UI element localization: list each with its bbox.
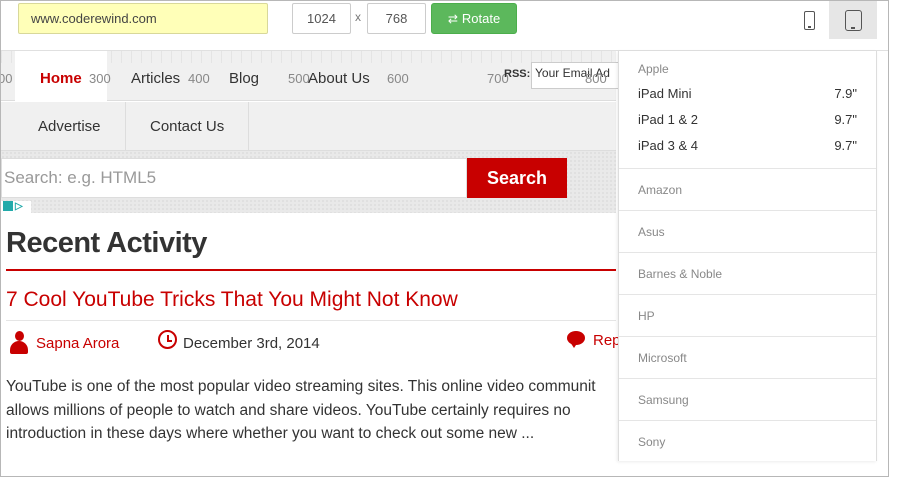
primary-nav: 00 Home 300 Articles 400 Blog 500 About … bbox=[1, 51, 619, 101]
ruler-mark: 00 bbox=[1, 71, 13, 86]
clock-icon bbox=[158, 330, 177, 349]
ruler-mark: 400 bbox=[188, 71, 210, 86]
section-title: Recent Activity bbox=[6, 227, 207, 259]
main-content: Recent Activity 7 Cool YouTube Tricks Th… bbox=[1, 213, 621, 476]
device-group-samsung[interactable]: Samsung bbox=[619, 379, 876, 421]
resizer-toolbar: www.coderewind.com 1024 x 768 ⇄ Rotate bbox=[1, 1, 888, 51]
rotate-icon: ⇄ bbox=[447, 12, 458, 26]
rss-label: RSS: bbox=[504, 68, 531, 80]
ad-choices-badge[interactable]: ▷ bbox=[1, 201, 31, 213]
ruler-mark: 800 bbox=[585, 71, 607, 86]
group-title: HP bbox=[638, 309, 655, 323]
height-input[interactable]: 768 bbox=[367, 3, 426, 34]
url-input[interactable]: www.coderewind.com bbox=[18, 3, 268, 34]
device-group-amazon[interactable]: Amazon bbox=[619, 169, 876, 211]
device-group-asus[interactable]: Asus bbox=[619, 211, 876, 253]
device-name: iPad 1 & 2 bbox=[638, 112, 698, 127]
device-group-sony[interactable]: Sony bbox=[619, 421, 876, 461]
group-title: Sony bbox=[638, 435, 666, 449]
rotate-label: Rotate bbox=[461, 11, 501, 26]
group-title: Amazon bbox=[638, 183, 683, 197]
nav-item-home[interactable]: Home bbox=[40, 70, 82, 87]
nav-item-contact-us[interactable]: Contact Us bbox=[126, 102, 250, 151]
tablet-device-button[interactable] bbox=[829, 1, 877, 39]
post-date: December 3rd, 2014 bbox=[183, 335, 320, 352]
title-divider bbox=[6, 269, 616, 271]
browser-frame: www.coderewind.com 1024 x 768 ⇄Rotate 00… bbox=[0, 0, 889, 477]
nav-item-about-us[interactable]: About Us bbox=[308, 70, 370, 87]
device-group-hp[interactable]: HP bbox=[619, 295, 876, 337]
excerpt-line: introduction in these days where whether… bbox=[6, 425, 535, 442]
phone-device-button[interactable] bbox=[793, 1, 825, 39]
device-name: iPad Mini bbox=[638, 86, 692, 101]
comment-icon bbox=[567, 331, 585, 348]
group-title: Barnes & Noble bbox=[638, 267, 723, 281]
phone-icon bbox=[803, 10, 815, 30]
tablet-icon bbox=[844, 9, 862, 31]
post-divider bbox=[6, 320, 616, 321]
device-option[interactable]: iPad 1 & 2 9.7" bbox=[638, 109, 857, 135]
search-input[interactable]: Search: e.g. HTML5 bbox=[1, 158, 467, 198]
rotate-button[interactable]: ⇄ Rotate bbox=[431, 3, 517, 34]
search-button[interactable]: Search bbox=[467, 158, 567, 198]
width-input[interactable]: 1024 bbox=[292, 3, 351, 34]
device-option[interactable]: iPad Mini 7.9" bbox=[638, 83, 857, 109]
dimension-separator: x bbox=[355, 10, 361, 24]
device-dropdown: Apple iPad Mini 7.9" iPad 1 & 2 9.7" iPa… bbox=[618, 51, 877, 461]
user-icon bbox=[10, 331, 28, 355]
nav-item-blog[interactable]: Blog bbox=[229, 70, 259, 87]
device-size: 9.7" bbox=[834, 138, 857, 153]
ruler-mark: 300 bbox=[89, 71, 111, 86]
device-name: iPad 3 & 4 bbox=[638, 138, 698, 153]
device-size: 9.7" bbox=[834, 112, 857, 127]
excerpt-line: YouTube is one of the most popular video… bbox=[6, 378, 596, 395]
ruler-mark: 600 bbox=[387, 71, 409, 86]
group-title: Samsung bbox=[638, 393, 689, 407]
author-link[interactable]: Sapna Arora bbox=[36, 335, 119, 352]
device-group-barnes-noble[interactable]: Barnes & Noble bbox=[619, 253, 876, 295]
secondary-nav: Advertise Contact Us bbox=[1, 102, 616, 151]
group-title[interactable]: Apple bbox=[638, 51, 857, 83]
group-title: Asus bbox=[638, 225, 665, 239]
device-group-apple: Apple iPad Mini 7.9" iPad 1 & 2 9.7" iPa… bbox=[619, 51, 876, 169]
nav-item-articles[interactable]: Articles bbox=[131, 70, 180, 87]
excerpt-line: allows millions of people to watch and s… bbox=[6, 401, 571, 419]
device-option[interactable]: iPad 3 & 4 9.7" bbox=[638, 135, 857, 161]
device-size: 7.9" bbox=[834, 86, 857, 101]
ad-icon bbox=[3, 201, 13, 211]
ruler-mark: 500 bbox=[288, 71, 310, 86]
post-title-link[interactable]: 7 Cool YouTube Tricks That You Might Not… bbox=[6, 288, 458, 312]
group-title: Microsoft bbox=[638, 351, 687, 365]
device-group-microsoft[interactable]: Microsoft bbox=[619, 337, 876, 379]
nav-item-advertise[interactable]: Advertise bbox=[14, 102, 126, 151]
search-bar: Search: e.g. HTML5 Search ▷ bbox=[1, 151, 616, 213]
post-excerpt: YouTube is one of the most popular video… bbox=[6, 375, 616, 446]
